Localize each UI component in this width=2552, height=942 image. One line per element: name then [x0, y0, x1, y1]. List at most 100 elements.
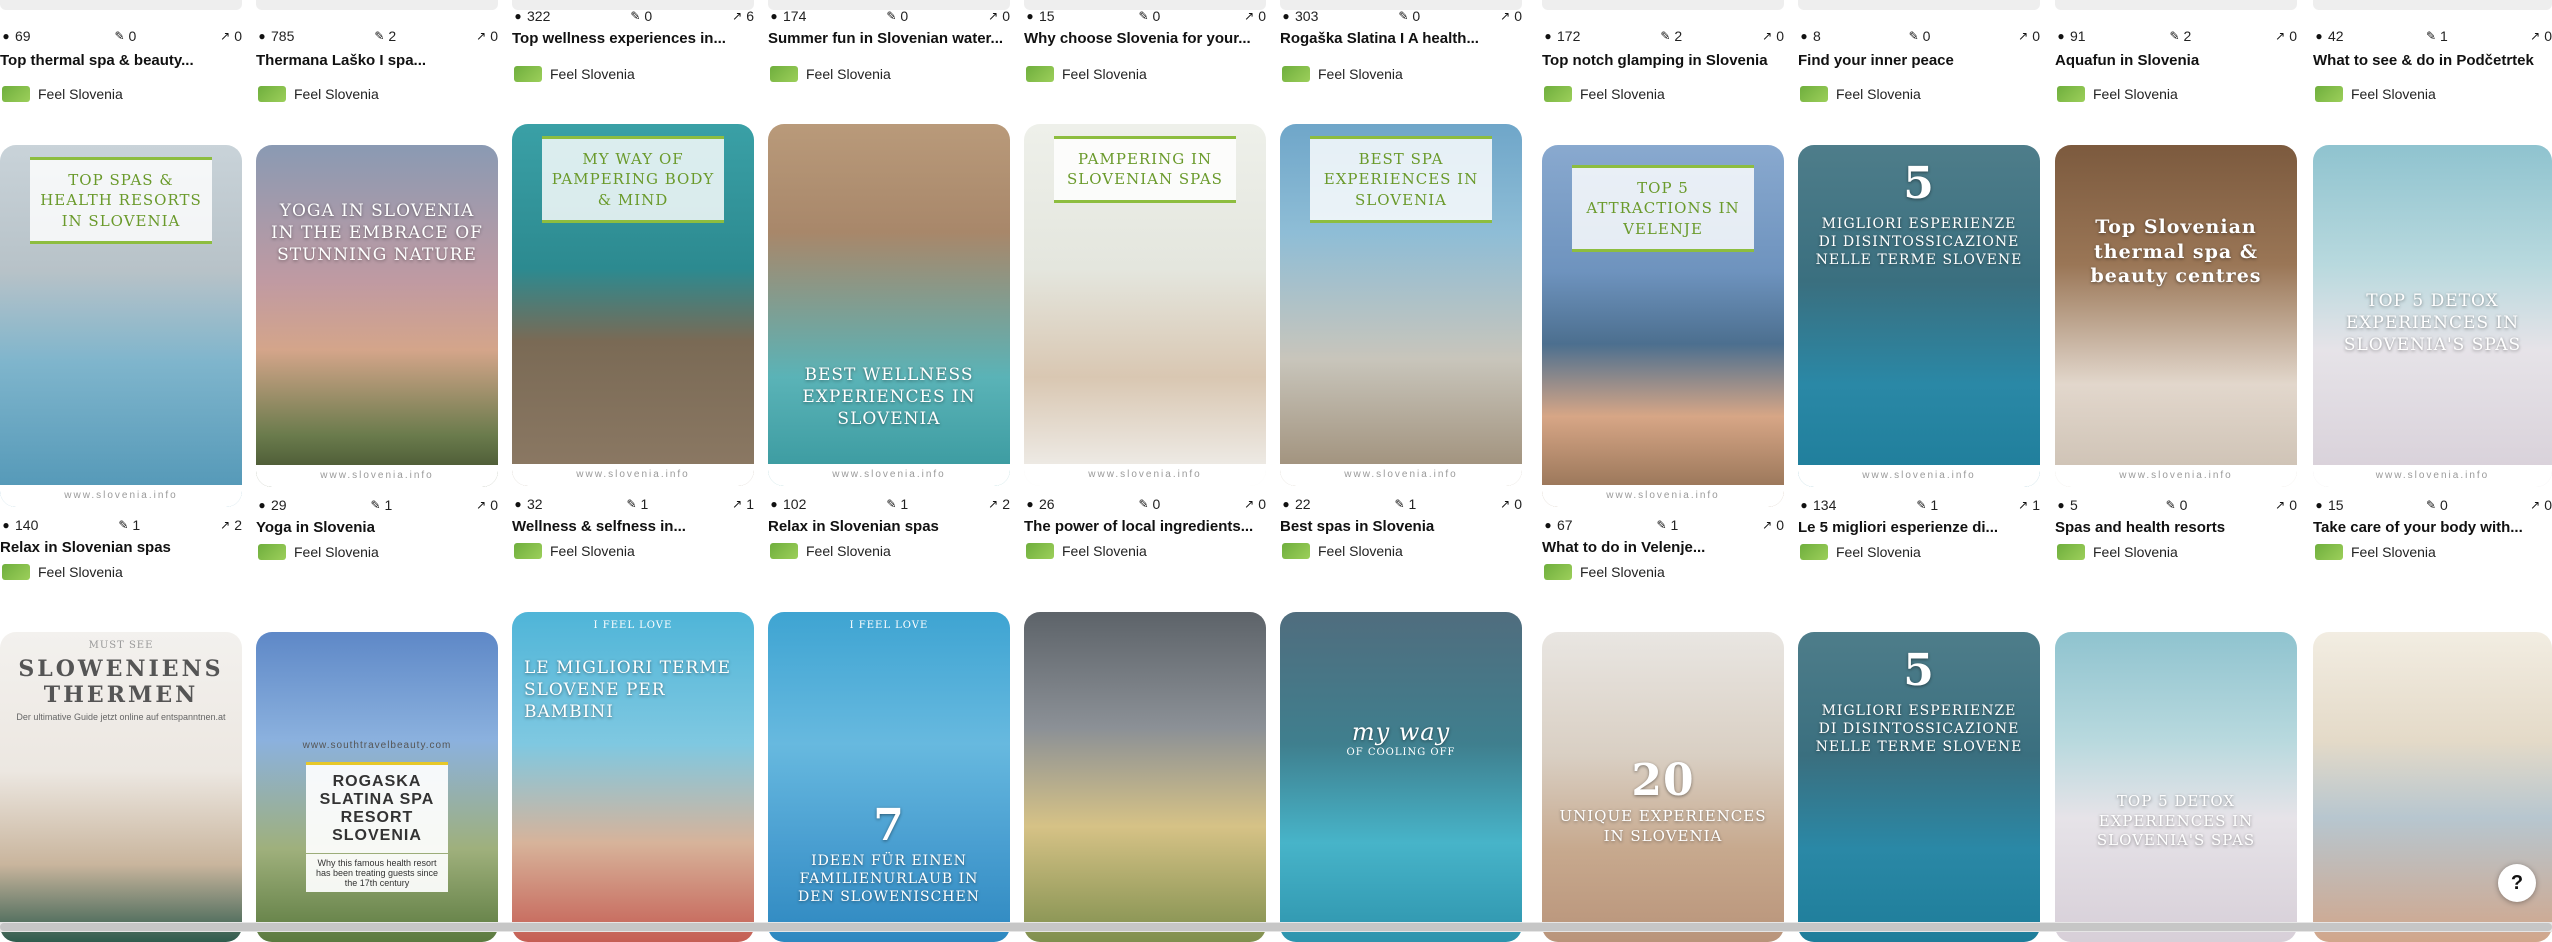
pin-source[interactable]: Feel Slovenia: [1024, 63, 1266, 85]
pin-source[interactable]: Feel Slovenia: [2055, 83, 2297, 105]
pin-source[interactable]: Feel Slovenia: [0, 83, 242, 105]
pin-card[interactable]: 20 UNIQUE EXPERIENCES IN SLOVENIA: [1542, 632, 1784, 942]
feel-slovenia-logo-icon: [2, 86, 30, 102]
pin-title[interactable]: Relax in Slovenian spas: [768, 518, 1010, 538]
stat-shares: ↗ 1: [731, 496, 754, 512]
pin-image-cropped[interactable]: [0, 0, 242, 10]
pin-card[interactable]: I FEEL LOVE LE MIGLIORI TERME SLOVENE PER…: [512, 612, 754, 942]
pin-source[interactable]: Feel Slovenia: [1024, 540, 1266, 562]
pin-source[interactable]: Feel Slovenia: [1280, 63, 1522, 85]
pin-title[interactable]: Thermana Laško I spa...: [256, 52, 498, 72]
pin-source[interactable]: Feel Slovenia: [512, 63, 754, 85]
pin-title[interactable]: Le 5 migliori esperienze di...: [1798, 519, 2040, 539]
pin-source[interactable]: Feel Slovenia: [1542, 83, 1784, 105]
pin-source[interactable]: Feel Slovenia: [256, 541, 498, 563]
pin-image-cropped[interactable]: [2313, 0, 2552, 10]
pin-title[interactable]: Wellness & selfness in...: [512, 518, 754, 538]
pin-card[interactable]: 5 MIGLIORI ESPERIENZE DI DISINTOSSICAZION…: [1798, 632, 2040, 942]
feel-slovenia-logo-icon: [514, 543, 542, 559]
stat-shares: ↗ 0: [987, 8, 1010, 24]
stat-views: ● 42: [2313, 28, 2344, 44]
pin-source[interactable]: Feel Slovenia: [0, 561, 242, 583]
pin-source[interactable]: Feel Slovenia: [1542, 561, 1784, 583]
pin-icon: ✎: [626, 497, 637, 511]
pin-image-cropped[interactable]: [1798, 0, 2040, 10]
eye-icon: ●: [1026, 497, 1034, 511]
pin-title[interactable]: Best spas in Slovenia: [1280, 518, 1522, 538]
stat-pins: ✎ 1: [369, 497, 392, 513]
stat-value-shares: 0: [1258, 8, 1266, 24]
pin-source[interactable]: Feel Slovenia: [512, 540, 754, 562]
pin-title[interactable]: What to see & do in Podčetrtek: [2313, 52, 2552, 72]
pin-card[interactable]: BEST SPA EXPERIENCES IN SLOVENIA www.slov…: [1280, 124, 1522, 486]
pin-stats: ● 15 ✎ 0 ↗ 0: [2313, 495, 2552, 515]
pin-title[interactable]: Why choose Slovenia for your...: [1024, 30, 1266, 50]
pin-title[interactable]: Spas and health resorts: [2055, 519, 2297, 539]
scrollbar-thumb[interactable]: [0, 923, 2552, 931]
outbound-arrow-icon: ↗: [1244, 497, 1255, 511]
pin-source[interactable]: Feel Slovenia: [768, 540, 1010, 562]
pin-card[interactable]: YOGA IN SLOVENIA IN THE EMBRACE OF STUNN…: [256, 145, 498, 487]
pin-card[interactable]: BEST WELLNESS EXPERIENCES IN SLOVENIA www…: [768, 124, 1010, 486]
pin-title[interactable]: Aquafun in Slovenia: [2055, 52, 2297, 72]
pin-title[interactable]: Find your inner peace: [1798, 52, 2040, 72]
stat-value-pins: 2: [1674, 28, 1683, 44]
stat-value-shares: 0: [2032, 28, 2040, 44]
pin-title[interactable]: Relax in Slovenian spas: [0, 539, 242, 559]
pin-card[interactable]: TOP 5 DETOX EXPERIENCES IN SLOVENIA'S SP…: [2313, 145, 2552, 487]
stat-pins: ✎ 0: [2165, 497, 2188, 513]
stat-value-shares: 0: [1514, 496, 1522, 512]
pin-stats: ● 69 ✎ 0 ↗ 0: [0, 26, 242, 46]
pin-title[interactable]: Take care of your body with...: [2313, 519, 2552, 539]
pin-source[interactable]: Feel Slovenia: [768, 63, 1010, 85]
stat-views: ● 140: [0, 517, 38, 533]
pin-title[interactable]: The power of local ingredients...: [1024, 518, 1266, 538]
stat-value-views: 42: [2328, 28, 2344, 44]
pin-image-cropped[interactable]: [1542, 0, 1784, 10]
pin-card[interactable]: TOP 5 ATTRACTIONS IN VELENJE www.slovenia…: [1542, 145, 1784, 507]
outbound-arrow-icon: ↗: [1500, 497, 1511, 511]
pin-icon: ✎: [2425, 29, 2437, 43]
pin-image-cropped[interactable]: [2055, 0, 2297, 10]
pin-card[interactable]: Top Slovenian thermal spa & beauty centr…: [2055, 145, 2297, 487]
pin-card[interactable]: PAMPERING IN SLOVENIAN SPAS www.slovenia.…: [1024, 124, 1266, 486]
pin-source[interactable]: Feel Slovenia: [1798, 83, 2040, 105]
pin-source[interactable]: Feel Slovenia: [256, 83, 498, 105]
pin-icon: ✎: [2169, 29, 2180, 43]
help-button[interactable]: ?: [2498, 864, 2536, 902]
outbound-arrow-icon: ↗: [2530, 498, 2541, 512]
pin-source[interactable]: Feel Slovenia: [2055, 541, 2297, 563]
pin-card[interactable]: I FEEL LOVE 7 IDEEN FÜR EINEN FAMILIENURLA…: [768, 612, 1010, 942]
pin-title[interactable]: What to do in Velenje...: [1542, 539, 1784, 559]
horizontal-scrollbar[interactable]: [0, 922, 2552, 932]
pin-source[interactable]: Feel Slovenia: [1280, 540, 1522, 562]
pin-card[interactable]: TOP 5 DETOX EXPERIENCES IN SLOVENIA'S SP…: [2055, 632, 2297, 942]
stat-views: ● 303: [1280, 8, 1318, 24]
stat-shares: ↗ 0: [1243, 8, 1266, 24]
pin-card[interactable]: OF COOLING OFF my way: [1280, 612, 1522, 942]
pin-title[interactable]: Top thermal spa & beauty...: [0, 52, 242, 72]
pin-image-cropped[interactable]: [256, 0, 498, 10]
pin-title[interactable]: Summer fun in Slovenian water...: [768, 30, 1010, 50]
pin-card[interactable]: MIGLIORI ESPERIENZE DI DISINTOSSICAZIONE…: [1798, 145, 2040, 487]
pin-card[interactable]: MUST SEE SLOWENIENS THERMEN Der ultimative…: [0, 632, 242, 942]
pin-stats: ● 26 ✎ 0 ↗ 0: [1024, 494, 1266, 514]
pin-source[interactable]: Feel Slovenia: [2313, 541, 2552, 563]
pin-title[interactable]: Top notch glamping in Slovenia: [1542, 52, 1784, 72]
pin-card[interactable]: TOP SPAS & HEALTH RESORTS IN SLOVENIA www…: [0, 145, 242, 507]
pin-source[interactable]: Feel Slovenia: [1798, 541, 2040, 563]
stat-value-pins: 1: [384, 497, 393, 513]
pin-title[interactable]: Top wellness experiences in...: [512, 30, 754, 50]
pin-title[interactable]: Rogaška Slatina I A health...: [1280, 30, 1522, 50]
feel-slovenia-logo-icon: [770, 543, 798, 559]
pin-caption: BEST SPA EXPERIENCES IN SLOVENIA: [1310, 136, 1492, 223]
stat-shares: ↗ 0: [1761, 28, 1784, 44]
pin-card[interactable]: [1024, 612, 1266, 942]
eye-icon: ●: [258, 29, 266, 43]
stat-value-views: 91: [2070, 28, 2086, 44]
pin-caption: ROGASKA SLATINA SPA RESORT SLOVENIA: [306, 762, 448, 853]
pin-title[interactable]: Yoga in Slovenia: [256, 519, 498, 539]
pin-card[interactable]: MY WAY OF PAMPERING BODY & MIND www.slove…: [512, 124, 754, 486]
pin-source[interactable]: Feel Slovenia: [2313, 83, 2552, 105]
pin-card[interactable]: www.southtravelbeauty.com ROGASKA SLATINA…: [256, 632, 498, 942]
